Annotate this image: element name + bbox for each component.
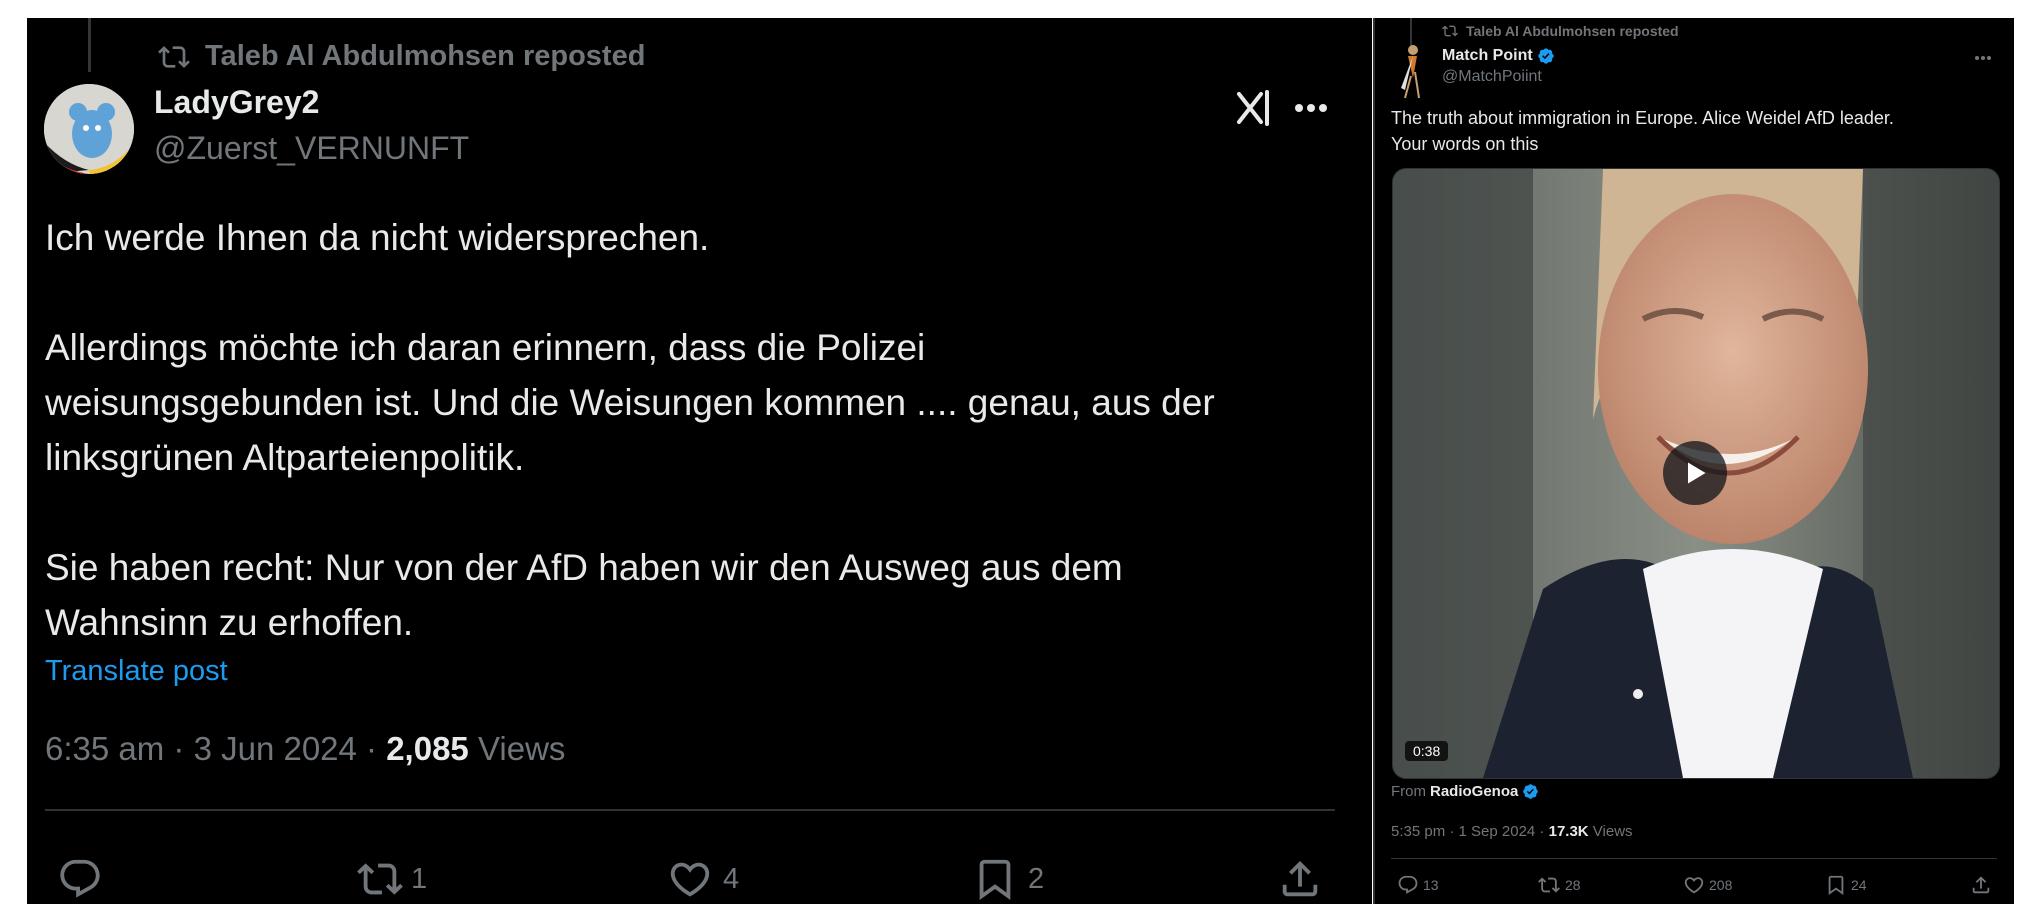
heart-icon (667, 856, 713, 902)
bookmark-icon (972, 856, 1018, 902)
reply-count: 13 (1423, 877, 1439, 893)
repost-button[interactable]: 28 (1537, 874, 1581, 896)
thread-line (88, 18, 91, 72)
video-source: From RadioGenoa (1391, 783, 1539, 800)
repost-icon (1441, 23, 1459, 39)
like-count: 208 (1709, 877, 1733, 893)
repost-text: Taleb Al Abdulmohsen reposted (1466, 23, 1679, 39)
retweet-icon (357, 856, 403, 902)
post-timestamp[interactable]: 6:35 am · 3 Jun 2024 · (45, 730, 386, 767)
verified-badge-icon (1522, 783, 1539, 800)
repost-text: Taleb Al Abdulmohsen reposted (205, 40, 646, 72)
bookmark-button[interactable]: 24 (1825, 874, 1867, 896)
avatar[interactable] (44, 84, 134, 174)
like-button[interactable]: 208 (1683, 874, 1732, 896)
post-meta: 5:35 pm · 1 Sep 2024 · 17.3K Views (1391, 823, 1633, 840)
views-count: 2,085 (386, 730, 469, 767)
views-count: 17.3K (1548, 823, 1589, 840)
reply-icon (57, 856, 103, 902)
share-icon (1970, 874, 1992, 896)
translate-link[interactable]: Translate post (45, 655, 228, 688)
author-handle[interactable]: @MatchPoiint (1442, 68, 1542, 86)
heart-icon (1683, 874, 1705, 896)
author-name-row[interactable]: Match Point (1442, 47, 1555, 65)
repost-indicator[interactable]: Taleb Al Abdulmohsen reposted (155, 40, 645, 73)
repost-indicator[interactable]: Taleb Al Abdulmohsen reposted (1441, 23, 1679, 39)
views-label: Views (1588, 823, 1633, 840)
more-options-icon[interactable] (1293, 102, 1329, 114)
repost-button[interactable]: 1 (357, 856, 427, 902)
play-button[interactable] (1663, 441, 1727, 505)
repost-count: 1 (411, 862, 428, 895)
bookmark-count: 2 (1028, 862, 1045, 895)
play-icon (1681, 459, 1709, 487)
timeline-post-panel: Taleb Al Abdulmohsen reposted Match Poin… (1373, 18, 2014, 904)
post-meta: 6:35 am · 3 Jun 2024 · 2,085 Views (45, 730, 565, 768)
share-icon (1277, 856, 1323, 902)
reply-button[interactable] (57, 856, 113, 902)
author-name[interactable]: Match Point (1442, 47, 1533, 65)
divider (1391, 858, 1997, 859)
author-handle[interactable]: @Zuerst_VERNUNFT (154, 130, 469, 167)
divider (45, 809, 1335, 811)
post-text: Ich werde Ihnen da nicht widersprechen. … (45, 217, 1215, 643)
bookmark-count: 24 (1851, 877, 1867, 893)
video-player[interactable]: 0:38 (1392, 168, 2000, 779)
bookmark-button[interactable]: 2 (972, 856, 1044, 902)
bookmark-icon (1825, 874, 1847, 896)
verified-badge-icon (1537, 47, 1555, 65)
repost-icon (155, 41, 193, 73)
share-button[interactable] (1970, 874, 1992, 896)
video-duration: 0:38 (1405, 741, 1449, 761)
views-label: Views (468, 730, 566, 767)
author-name[interactable]: LadyGrey2 (154, 84, 319, 121)
reply-button[interactable]: 13 (1397, 874, 1439, 896)
share-button[interactable] (1277, 856, 1323, 902)
grok-icon[interactable] (1235, 90, 1271, 126)
source-name[interactable]: RadioGenoa (1430, 783, 1518, 800)
post-text: The truth about immigration in Europe. A… (1391, 108, 1894, 154)
post-timestamp[interactable]: 5:35 pm · 1 Sep 2024 · (1391, 823, 1549, 840)
more-options-icon[interactable] (1974, 55, 1992, 61)
like-button[interactable]: 4 (667, 856, 739, 902)
repost-count: 28 (1565, 877, 1581, 893)
source-prefix: From (1391, 783, 1426, 800)
like-count: 4 (723, 862, 740, 895)
avatar[interactable] (1393, 42, 1429, 104)
reply-icon (1397, 874, 1419, 896)
post-detail-panel: Taleb Al Abdulmohsen reposted LadyGrey2 … (27, 18, 1372, 904)
retweet-icon (1537, 874, 1561, 896)
